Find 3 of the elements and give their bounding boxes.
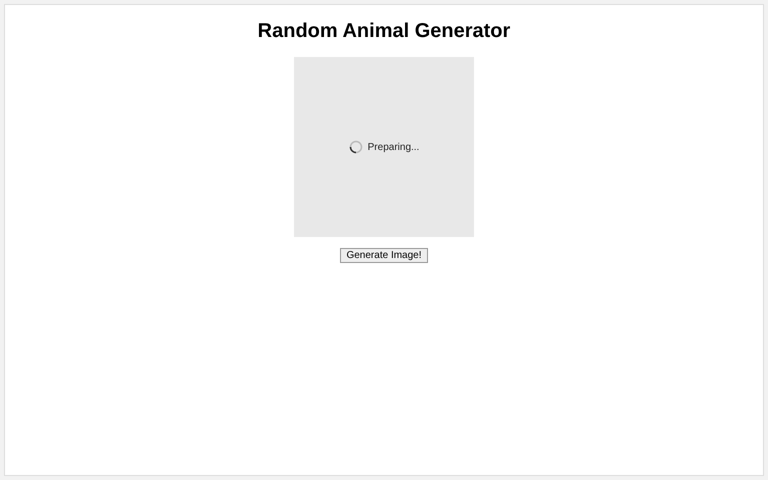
generate-button[interactable]: Generate Image!: [340, 248, 428, 263]
page-title: Random Animal Generator: [258, 19, 510, 43]
status-text: Preparing...: [368, 140, 420, 154]
